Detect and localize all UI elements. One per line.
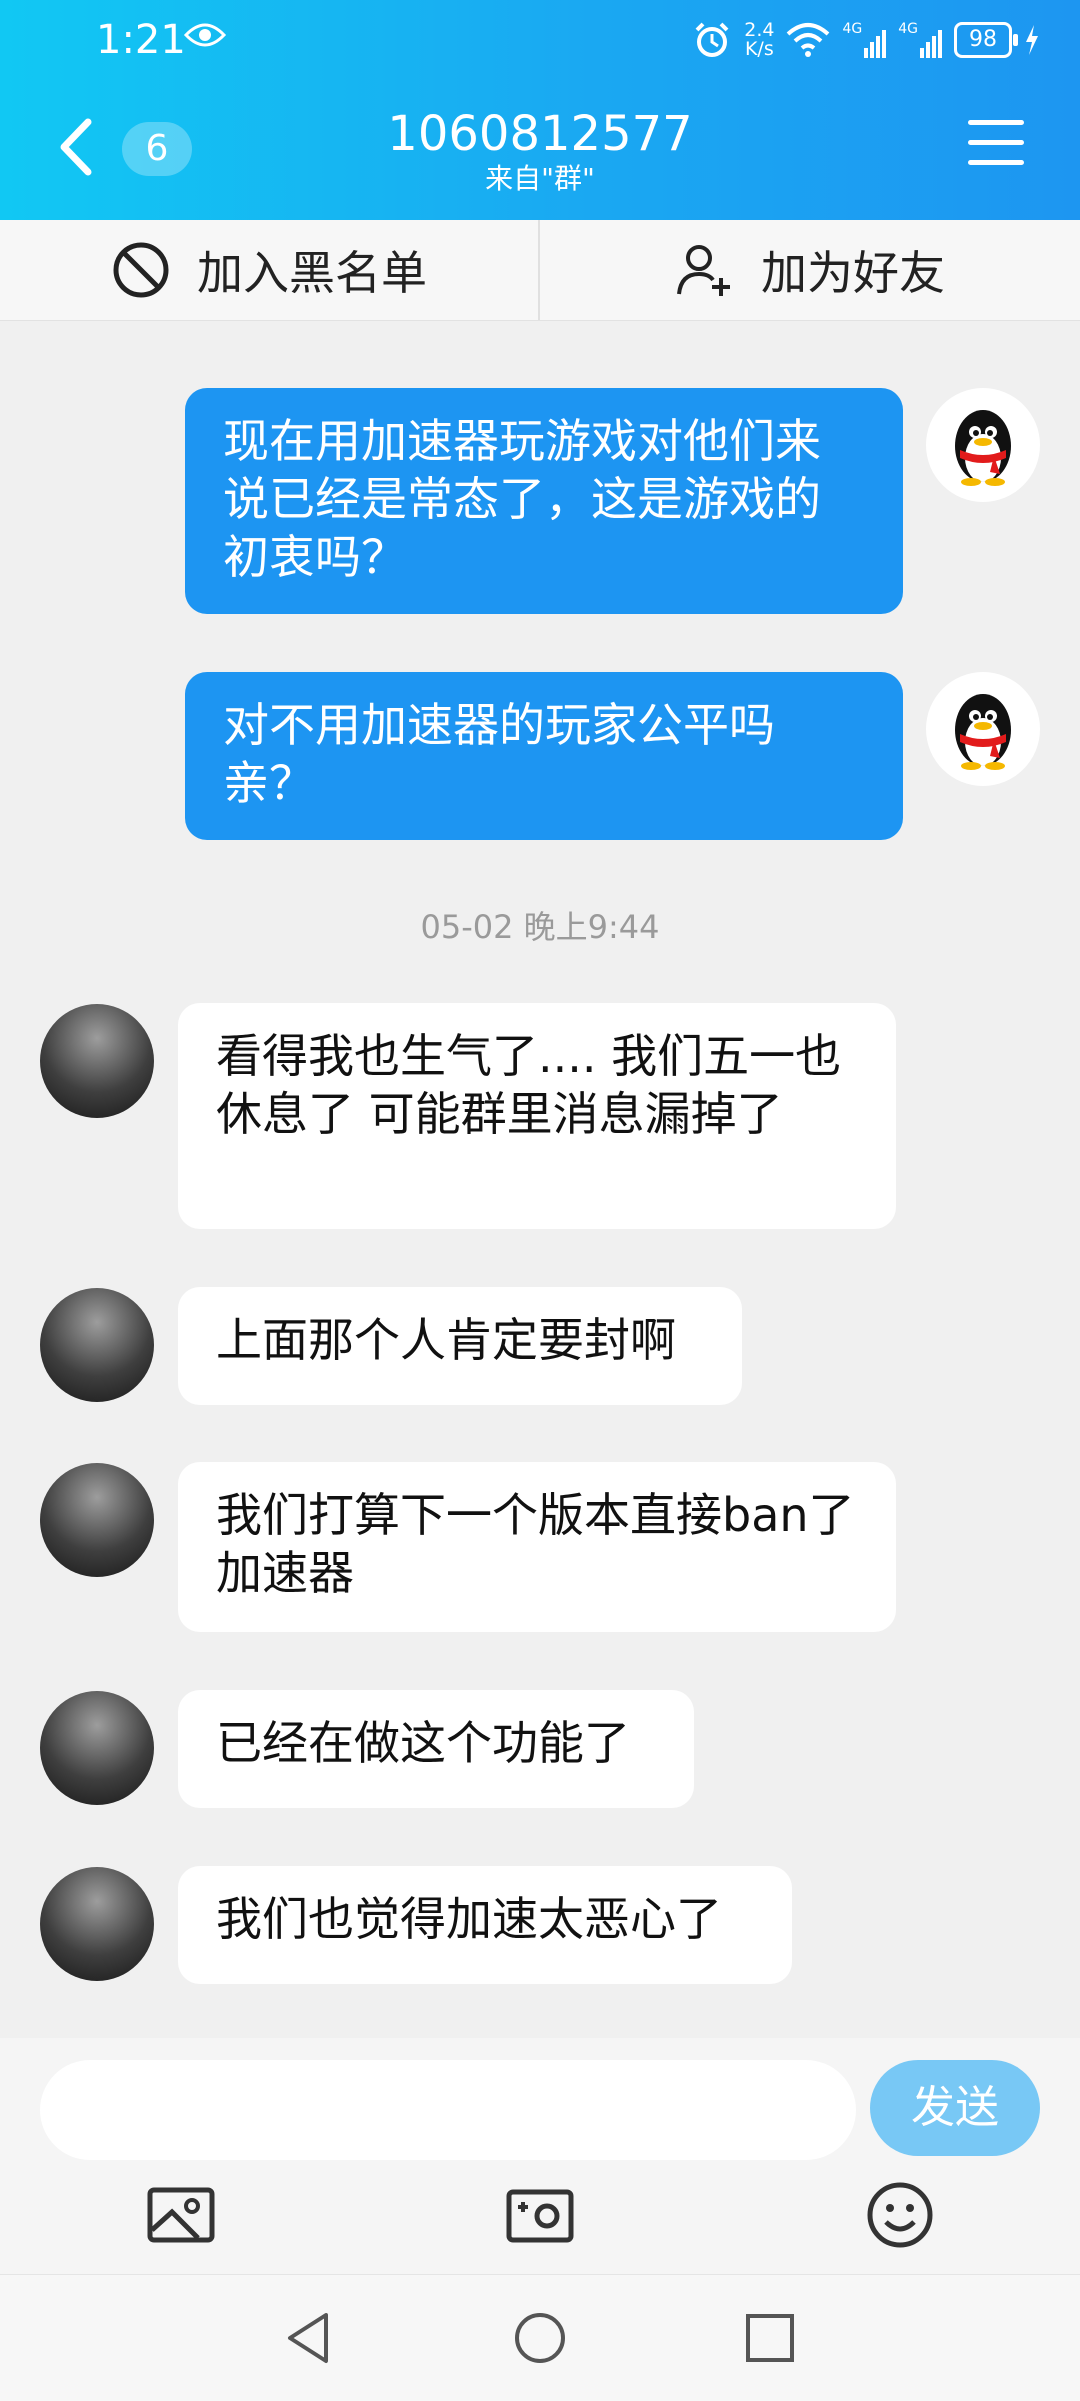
recents-square-icon[interactable] bbox=[743, 2311, 797, 2365]
message-bubble-incoming[interactable]: 看得我也生气了.... 我们五一也休息了 可能群里消息漏掉了 bbox=[178, 1003, 896, 1229]
message-bubble-incoming[interactable]: 上面那个人肯定要封啊 bbox=[178, 1287, 742, 1405]
eye-icon bbox=[184, 23, 226, 47]
chat-subtitle: 来自"群" bbox=[485, 162, 595, 195]
qq-penguin-icon bbox=[955, 410, 1011, 486]
chat-header: 1:21 2.4 K/s 4G 4G 98 6 1060812577 来自"群" bbox=[0, 0, 1080, 220]
message-input[interactable] bbox=[40, 2060, 856, 2160]
user-avatar[interactable] bbox=[40, 1691, 154, 1805]
message-bubble-incoming[interactable]: 我们打算下一个版本直接ban了加速器 bbox=[178, 1462, 896, 1632]
status-time: 1:21 bbox=[96, 17, 186, 63]
user-avatar[interactable] bbox=[40, 1463, 154, 1577]
camera-icon[interactable] bbox=[505, 2180, 575, 2250]
message-bubble-outgoing[interactable]: 对不用加速器的玩家公平吗亲？ bbox=[185, 672, 903, 840]
signal-4g-1: 4G bbox=[842, 22, 887, 58]
qq-penguin-avatar[interactable] bbox=[926, 672, 1040, 786]
send-button[interactable]: 发送 bbox=[870, 2060, 1040, 2156]
message-bubble-outgoing[interactable]: 现在用加速器玩游戏对他们来说已经是常态了，这是游戏的初衷吗？ bbox=[185, 388, 903, 614]
message-timestamp: 05-02 晚上9:44 bbox=[420, 908, 660, 946]
status-bar: 1:21 2.4 K/s 4G 4G 98 bbox=[0, 0, 1080, 80]
add-friend-button[interactable]: 加为好友 bbox=[540, 220, 1080, 320]
add-user-icon bbox=[677, 245, 730, 296]
message-list[interactable]: 现在用加速器玩游戏对他们来说已经是常态了，这是游戏的初衷吗？ 对不用加速器的玩家… bbox=[0, 320, 1080, 2038]
user-avatar[interactable] bbox=[40, 1004, 154, 1118]
status-icons: 2.4 K/s 4G 4G 98 bbox=[692, 14, 1040, 66]
emoji-icon[interactable] bbox=[865, 2180, 935, 2250]
battery-indicator: 98 bbox=[954, 22, 1018, 58]
block-icon bbox=[113, 242, 169, 298]
system-nav-bar bbox=[0, 2274, 1080, 2401]
wifi-icon bbox=[787, 23, 830, 57]
add-to-blacklist-button[interactable]: 加入黑名单 bbox=[0, 220, 538, 320]
message-bubble-incoming[interactable]: 已经在做这个功能了 bbox=[178, 1690, 694, 1808]
action-bar: 加入黑名单 加为好友 bbox=[0, 220, 1080, 321]
image-icon[interactable] bbox=[146, 2180, 216, 2250]
network-speed: 2.4 K/s bbox=[744, 19, 775, 60]
qq-penguin-icon bbox=[955, 694, 1011, 770]
home-circle-icon[interactable] bbox=[513, 2311, 567, 2365]
back-triangle-icon[interactable] bbox=[282, 2311, 336, 2365]
menu-icon[interactable] bbox=[968, 120, 1024, 170]
message-bubble-incoming[interactable]: 我们也觉得加速太恶心了 bbox=[178, 1866, 792, 1984]
blacklist-label: 加入黑名单 bbox=[197, 246, 427, 300]
add-friend-label: 加为好友 bbox=[761, 246, 945, 300]
chat-title: 1060812577 bbox=[387, 106, 693, 162]
user-avatar[interactable] bbox=[40, 1867, 154, 1981]
charging-icon bbox=[1026, 25, 1038, 55]
signal-4g-2: 4G bbox=[898, 22, 942, 58]
alarm-icon bbox=[695, 22, 729, 57]
composer: 发送 bbox=[0, 2038, 1080, 2274]
qq-penguin-avatar[interactable] bbox=[926, 388, 1040, 502]
user-avatar[interactable] bbox=[40, 1288, 154, 1402]
